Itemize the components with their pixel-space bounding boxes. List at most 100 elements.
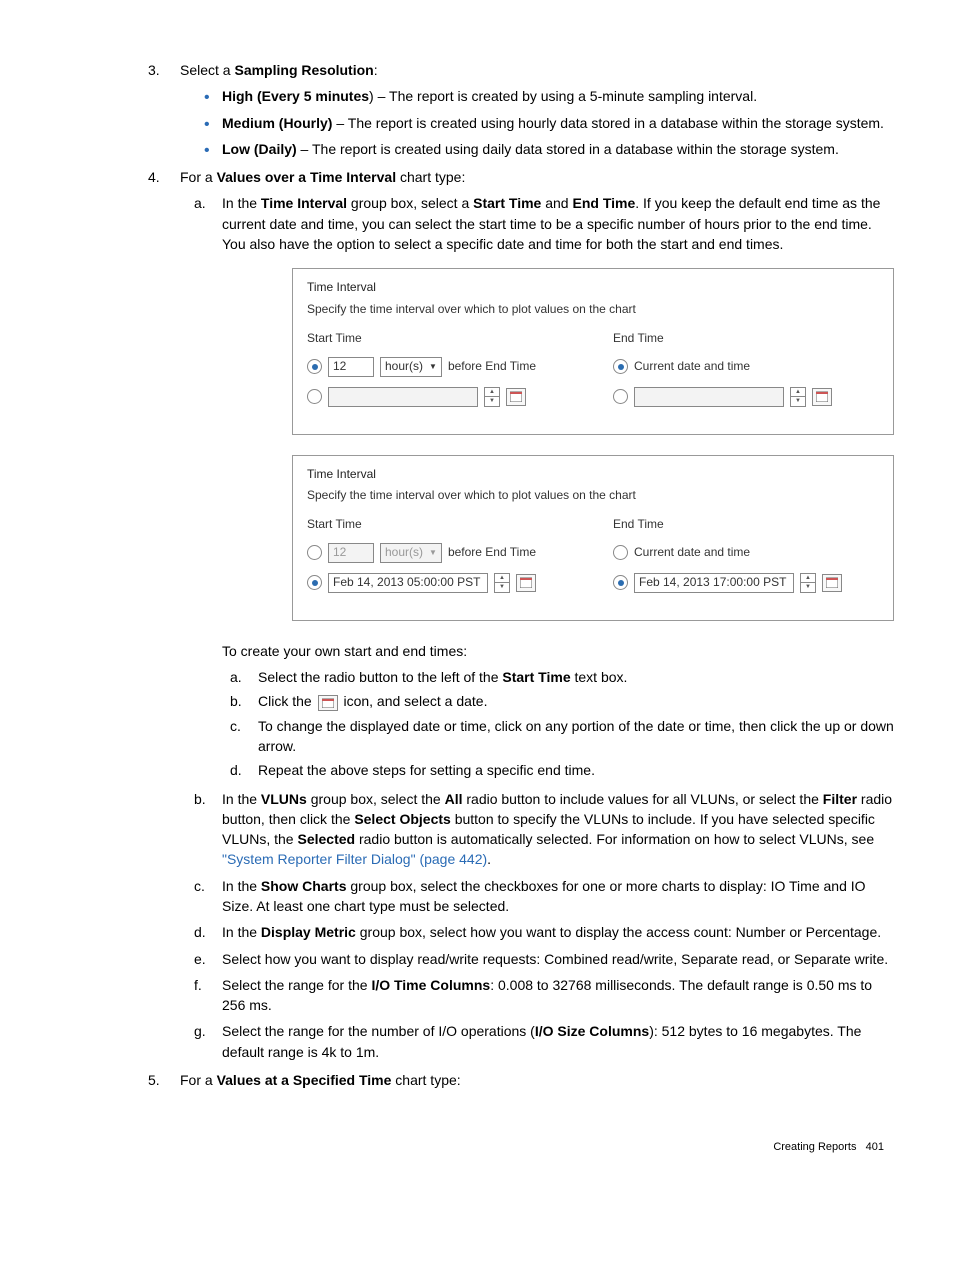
panel-title: Time Interval [307,466,879,483]
spinner-icon[interactable]: ▲▼ [484,387,500,407]
step-4a: a. In the Time Interval group box, selec… [222,193,894,780]
hours-before-input[interactable]: 12 [328,543,374,563]
step-4e: e.Select how you want to display read/wr… [222,949,894,969]
sub-num: d. [194,922,206,942]
step-4f: f. Select the range for the I/O Time Col… [222,975,894,1016]
sub-num: a. [194,193,206,213]
page-footer: Creating Reports 401 [60,1140,894,1156]
end-absolute-radio[interactable] [613,389,628,404]
step-4d: d. In the Display Metric group box, sele… [222,922,894,942]
spinner-icon[interactable]: ▲▼ [800,573,816,593]
start-date-input[interactable] [328,387,478,407]
main-list: 3. Select a Sampling Resolution: High (E… [60,60,894,1090]
step-text: Select a Sampling Resolution: [180,62,378,78]
calendar-icon[interactable] [812,388,832,406]
sub-num: c. [194,876,205,896]
calendar-icon[interactable] [506,388,526,406]
calendar-icon[interactable] [516,574,536,592]
panel-title: Time Interval [307,279,879,296]
list-item: Medium (Hourly) – The report is created … [222,113,894,133]
end-absolute-row: Feb 14, 2013 17:00:00 PST ▲▼ [613,572,879,594]
list-item: High (Every 5 minutes) – The report is c… [222,86,894,106]
step-number: 3. [148,60,160,80]
time-unit-dropdown[interactable]: hour(s)▼ [380,357,442,377]
panel-desc: Specify the time interval over which to … [307,487,879,504]
step-number: 5. [148,1070,160,1090]
start-absolute-radio[interactable] [307,389,322,404]
start-relative-row: 12 hour(s)▼ before End Time [307,542,573,564]
filter-dialog-link[interactable]: "System Reporter Filter Dialog" (page 44… [222,851,487,867]
time-interval-panel-1: Time Interval Specify the time interval … [292,268,894,434]
time-interval-panel-2: Time Interval Specify the time interval … [292,455,894,621]
sub-text: Select the range for the number of I/O o… [222,1023,861,1059]
start-time-label: Start Time [307,330,573,347]
start-date-input[interactable]: Feb 14, 2013 05:00:00 PST [328,573,488,593]
own-intro: To create your own start and end times: [222,641,894,661]
sub-num: f. [194,975,202,995]
step-5: 5. For a Values at a Specified Time char… [180,1070,894,1090]
end-current-label: Current date and time [634,544,750,561]
step-4g: g. Select the range for the number of I/… [222,1021,894,1062]
calendar-icon [318,695,338,711]
list-item: Low (Daily) – The report is created usin… [222,139,894,159]
step-text: For a Values over a Time Interval chart … [180,169,465,185]
end-time-group: End Time Current date and time Feb 14, 2… [613,516,879,601]
sub-text: In the Show Charts group box, select the… [222,878,866,914]
chevron-down-icon: ▼ [429,547,437,559]
start-time-group: Start Time 12 hour(s)▼ before End Time [307,330,573,415]
own-b: b. Click the icon, and select a date. [258,691,894,711]
sub-num: e. [194,949,206,969]
calendar-icon[interactable] [822,574,842,592]
start-relative-radio[interactable] [307,545,322,560]
spinner-icon[interactable]: ▲▼ [790,387,806,407]
own-a: a. Select the radio button to the left o… [258,667,894,687]
sub-text: In the Display Metric group box, select … [222,924,881,940]
sub-text: Select how you want to display read/writ… [222,951,888,967]
step-4: 4. For a Values over a Time Interval cha… [180,167,894,1062]
start-absolute-row: ▲▼ [307,386,573,408]
end-time-label: End Time [613,516,879,533]
footer-label: Creating Reports [773,1141,856,1153]
chevron-down-icon: ▼ [429,361,437,373]
before-label: before End Time [448,544,536,561]
spinner-icon[interactable]: ▲▼ [494,573,510,593]
end-current-radio[interactable] [613,359,628,374]
start-absolute-radio[interactable] [307,575,322,590]
sub-num: g. [194,1021,206,1041]
own-d: d.Repeat the above steps for setting a s… [258,760,894,780]
end-current-radio[interactable] [613,545,628,560]
end-time-group: End Time Current date and time ▲▼ [613,330,879,415]
start-time-label: Start Time [307,516,573,533]
sampling-options: High (Every 5 minutes) – The report is c… [180,86,894,159]
end-date-input[interactable] [634,387,784,407]
page-number: 401 [866,1141,884,1153]
sub-text: Select the range for the I/O Time Column… [222,977,872,1013]
step-4-sub: a. In the Time Interval group box, selec… [180,193,894,1062]
step-number: 4. [148,167,160,187]
end-absolute-radio[interactable] [613,575,628,590]
own-c: c.To change the displayed date or time, … [258,716,894,757]
step-text: For a Values at a Specified Time chart t… [180,1072,461,1088]
start-absolute-row: Feb 14, 2013 05:00:00 PST ▲▼ [307,572,573,594]
step-3: 3. Select a Sampling Resolution: High (E… [180,60,894,159]
sub-num: b. [194,789,206,809]
own-steps: a. Select the radio button to the left o… [222,667,894,780]
end-absolute-row: ▲▼ [613,386,879,408]
start-time-group: Start Time 12 hour(s)▼ before End Time [307,516,573,601]
end-time-label: End Time [613,330,879,347]
start-relative-row: 12 hour(s)▼ before End Time [307,356,573,378]
step-4c: c. In the Show Charts group box, select … [222,876,894,917]
step-4b: b. In the VLUNs group box, select the Al… [222,789,894,870]
panel-desc: Specify the time interval over which to … [307,301,879,318]
sub-text: In the VLUNs group box, select the All r… [222,791,892,868]
end-date-input[interactable]: Feb 14, 2013 17:00:00 PST [634,573,794,593]
end-current-row: Current date and time [613,542,879,564]
time-unit-dropdown[interactable]: hour(s)▼ [380,543,442,563]
before-label: before End Time [448,358,536,375]
start-relative-radio[interactable] [307,359,322,374]
end-current-label: Current date and time [634,358,750,375]
time-interval-figures: Time Interval Specify the time interval … [292,268,894,620]
end-current-row: Current date and time [613,356,879,378]
sub-text: In the Time Interval group box, select a… [222,195,880,252]
hours-before-input[interactable]: 12 [328,357,374,377]
